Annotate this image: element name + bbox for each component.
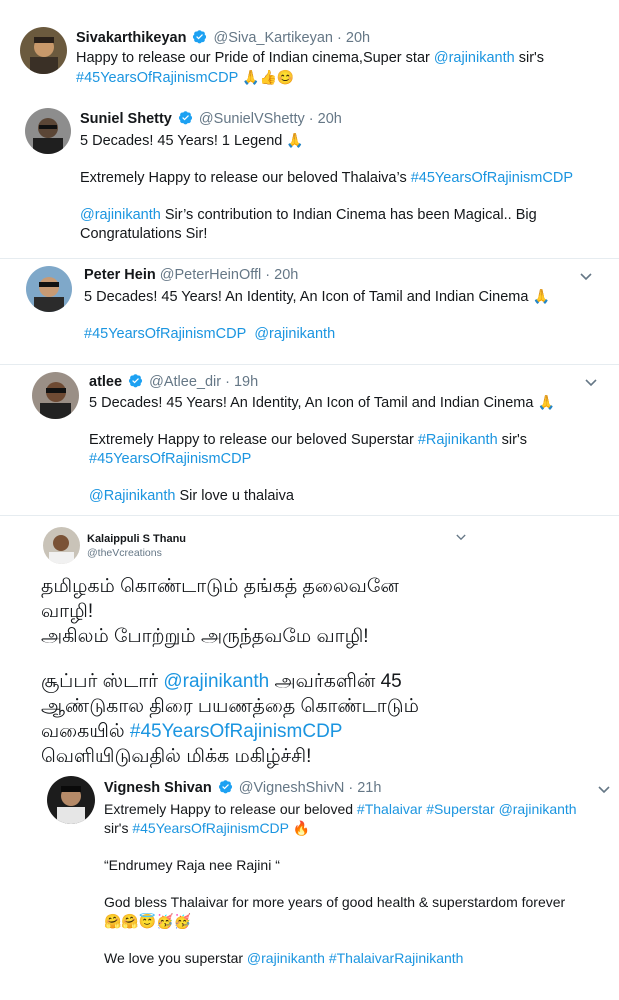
author-handle[interactable]: @Atlee_dir <box>149 374 221 390</box>
timestamp[interactable]: 20h <box>318 111 342 127</box>
tamil-line: அகிலம் போற்றும் அருந்தவமே வாழி! <box>41 626 369 647</box>
tweet-text: sir's <box>514 50 545 66</box>
tweet-kalaippuli-s-thanu[interactable]: Kalaippuli S Thanu @theVcreations தமிழகம… <box>0 516 619 767</box>
mention-link[interactable]: @rajinikanth <box>434 50 515 66</box>
tamil-line: ஆண்டுகால திரை பயணத்தை கொண்டாடும் <box>41 696 419 717</box>
tweet-text: “Endrumey Raja nee Rajini “ <box>104 857 280 873</box>
verified-icon <box>192 29 207 44</box>
author-name[interactable]: Sivakarthikeyan <box>76 30 186 46</box>
hashtag-link[interactable]: #ThalaivarRajinikanth <box>329 950 464 966</box>
tweet-text: 5 Decades! 45 Years! An Identity, An Ico… <box>89 395 534 411</box>
hashtag-link[interactable]: #45YearsOfRajinismCDP <box>76 70 238 86</box>
mention-link[interactable]: @rajinikanth <box>247 950 325 966</box>
hashtag-link[interactable]: #Rajinikanth <box>418 432 498 448</box>
author-handle[interactable]: @PeterHeinOffl <box>160 267 262 283</box>
emoji-group: 🤗🤗😇🥳🥳 <box>104 913 192 929</box>
author-handle[interactable]: @SunielVShetty <box>199 111 305 127</box>
mention-link[interactable]: @rajinikanth <box>163 671 269 692</box>
emoji-folded-hands: 🙏 <box>532 288 550 304</box>
author-name[interactable]: Suniel Shetty <box>80 111 172 127</box>
verified-icon <box>128 373 143 388</box>
separator-dot: · <box>308 111 314 127</box>
mention-link[interactable]: @rajinikanth <box>499 801 577 817</box>
author-name[interactable]: Kalaippuli S Thanu <box>87 532 186 546</box>
avatar[interactable] <box>47 776 95 824</box>
tweet-suniel-shetty[interactable]: Suniel Shetty @SunielVShetty · 20h 5 Dec… <box>0 100 619 258</box>
timestamp[interactable]: 20h <box>274 267 298 283</box>
mention-link[interactable]: @Rajinikanth <box>89 488 175 504</box>
tweet-text: Extremely Happy to release our beloved T… <box>80 170 411 186</box>
tamil-text: அவர்களின் 45 <box>269 671 402 692</box>
tamil-text: வகையில் <box>41 721 130 742</box>
author-name[interactable]: Peter Hein <box>84 267 156 283</box>
avatar[interactable] <box>25 108 71 154</box>
tweet-text: 5 Decades! 45 Years! An Identity, An Ico… <box>84 289 529 305</box>
tamil-text: சூப்பர் ஸ்டார் <box>41 671 164 692</box>
tweet-text: Extremely Happy to release our beloved <box>104 801 357 817</box>
tweet-text: We love you superstar <box>104 950 247 966</box>
mention-link[interactable]: @rajinikanth <box>254 326 335 342</box>
tweet-text: Sir love u thalaiva <box>175 488 294 504</box>
timestamp[interactable]: 21h <box>357 780 381 796</box>
tamil-line: வாழி! <box>41 601 94 622</box>
hashtag-link[interactable]: #45YearsOfRajinismCDP <box>132 820 288 836</box>
separator-dot: · <box>225 374 230 390</box>
author-handle[interactable]: @VigneshShivN <box>239 780 345 796</box>
emoji-fire: 🔥 <box>292 820 311 836</box>
tweet-text: sir's <box>497 432 528 448</box>
chevron-down-icon[interactable] <box>456 534 466 541</box>
tweet-peter-hein[interactable]: Peter Hein @PeterHeinOffl · 20h 5 Decade… <box>0 259 619 364</box>
hashtag-link[interactable]: #45YearsOfRajinismCDP <box>130 721 343 742</box>
tweet-text: sir's <box>104 820 133 836</box>
separator-dot: · <box>265 267 271 283</box>
chevron-down-icon[interactable] <box>580 273 592 281</box>
emoji-folded-hands: 🙏 <box>286 132 304 148</box>
mention-link[interactable]: @rajinikanth <box>80 207 161 223</box>
tweet-text: Happy to release our Pride of Indian cin… <box>76 50 434 66</box>
hashtag-link[interactable]: #Thalaivar <box>357 801 422 817</box>
emoji-group: 🙏👍😊 <box>242 69 295 85</box>
tamil-line: தமிழகம் கொண்டாடும் தங்கத் தலைவனே <box>41 576 399 597</box>
tweet-text: God bless Thalaivar for more years of go… <box>104 894 566 910</box>
avatar[interactable] <box>32 372 79 419</box>
separator-dot: · <box>348 780 354 796</box>
author-handle[interactable]: @Siva_Kartikeyan <box>214 30 334 46</box>
verified-icon <box>218 779 233 794</box>
hashtag-link[interactable]: #Superstar <box>426 801 494 817</box>
author-handle[interactable]: @theVcreations <box>87 546 186 560</box>
tweet-text: 5 Decades! 45 Years! 1 Legend <box>80 133 283 149</box>
chevron-down-icon[interactable] <box>585 379 597 387</box>
verified-icon <box>178 110 193 125</box>
author-name[interactable]: atlee <box>89 374 122 390</box>
emoji-folded-hands: 🙏 <box>537 394 555 410</box>
avatar[interactable] <box>43 527 80 564</box>
tweet-vignesh-shivan[interactable]: Vignesh Shivan @VigneshShivN · 21h Extre… <box>0 766 619 1000</box>
timestamp[interactable]: 19h <box>234 374 258 390</box>
tweet-text: Extremely Happy to release our beloved S… <box>89 432 418 448</box>
author-name[interactable]: Vignesh Shivan <box>104 780 212 796</box>
separator-dot: · <box>337 30 342 46</box>
tweet-sivakarthikeyan[interactable]: Sivakarthikeyan @Siva_Kartikeyan · 20h H… <box>0 0 619 100</box>
tweet-atlee[interactable]: atlee @Atlee_dir · 19h 5 Decades! 45 Yea… <box>0 365 619 515</box>
chevron-down-icon[interactable] <box>598 786 610 794</box>
avatar[interactable] <box>26 266 72 312</box>
avatar[interactable] <box>20 27 67 74</box>
hashtag-link[interactable]: #45YearsOfRajinismCDP <box>411 170 573 186</box>
timestamp[interactable]: 20h <box>346 30 370 46</box>
hashtag-link[interactable]: #45YearsOfRajinismCDP <box>84 326 246 342</box>
hashtag-link[interactable]: #45YearsOfRajinismCDP <box>89 451 251 467</box>
